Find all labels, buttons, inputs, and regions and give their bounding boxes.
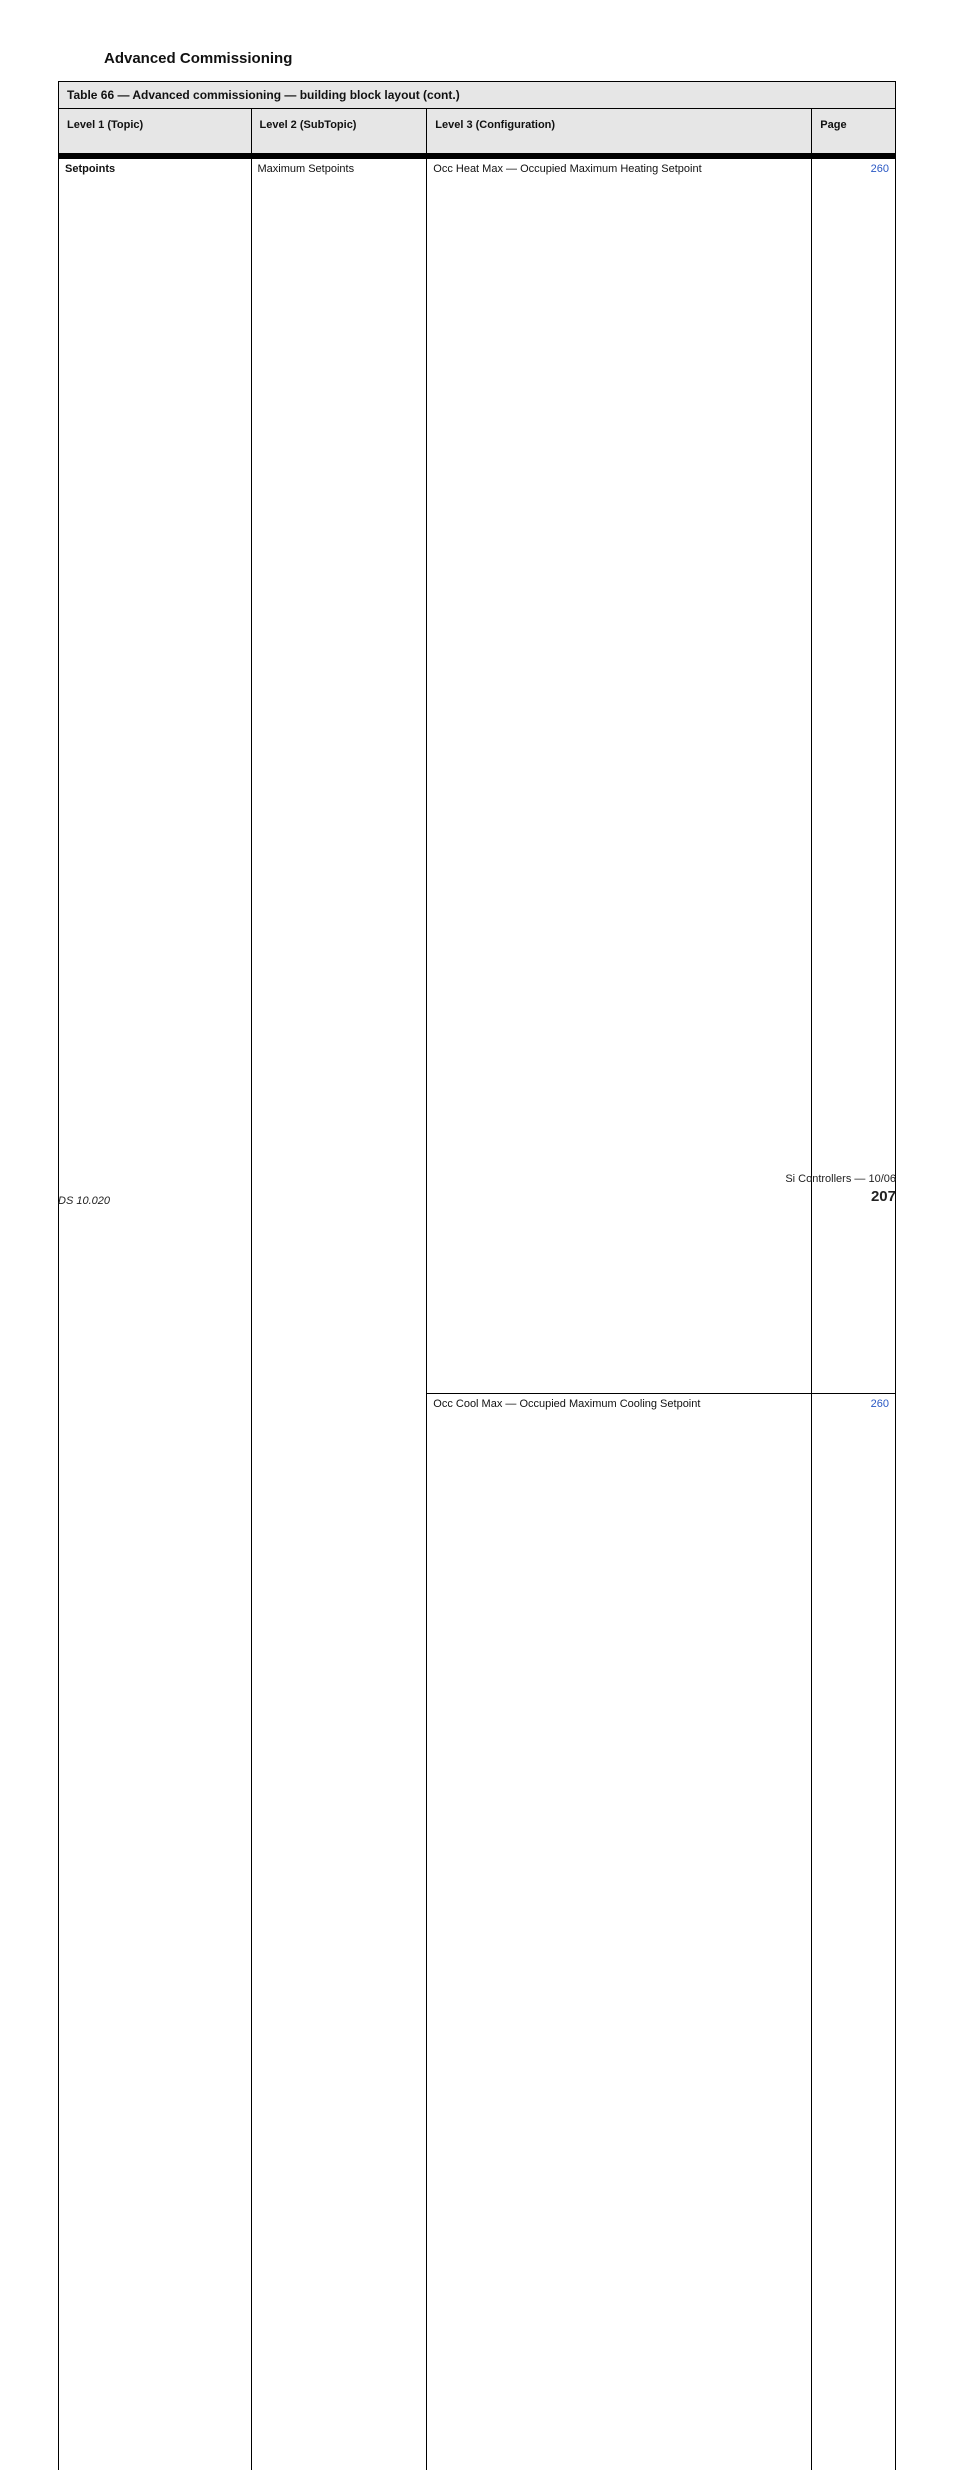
col-header-subtopic: Level 2 (SubTopic): [251, 109, 427, 154]
page-link[interactable]: 260: [871, 163, 889, 175]
subtopic-cell: Maximum Setpoints: [251, 159, 427, 2470]
layout-table: Table 66 — Advanced commissioning — buil…: [58, 81, 896, 2470]
page-link[interactable]: 260: [871, 1398, 889, 1410]
col-header-page: Page: [812, 109, 896, 154]
config-cell: Occ Cool Max — Occupied Maximum Cooling …: [427, 1394, 812, 2470]
topic-cell: Setpoints: [59, 159, 252, 2470]
footer-date: 10/06: [868, 1173, 896, 1185]
section-heading: Advanced Commissioning: [104, 50, 896, 67]
col-header-config: Level 3 (Configuration): [427, 109, 812, 154]
table-title: Table 66 — Advanced commissioning — buil…: [59, 82, 896, 109]
page-footer: DS 10.020 Si Controllers — 10/06 207: [58, 1172, 896, 1207]
page-cell: 260: [812, 159, 896, 1394]
col-header-topic: Level 1 (Topic): [59, 109, 252, 154]
footer-page-number: 207: [871, 1188, 896, 1205]
config-cell: Occ Heat Max — Occupied Maximum Heating …: [427, 159, 812, 1394]
footer-file: DS 10.020: [58, 1195, 110, 1207]
footer-product: Si Controllers: [785, 1173, 851, 1185]
page-cell: 260: [812, 1394, 896, 2470]
